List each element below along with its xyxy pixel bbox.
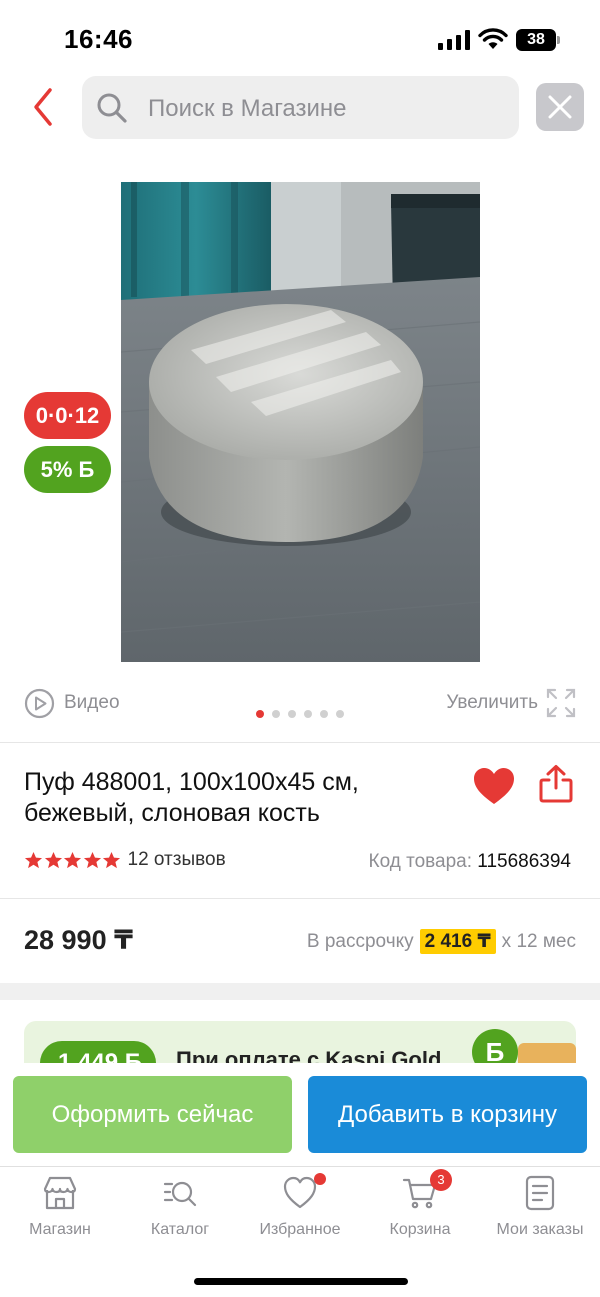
bonus-percent: 5% — [40, 457, 73, 482]
battery-icon: 38 — [516, 29, 560, 51]
pagination-dot[interactable] — [304, 710, 312, 718]
rating-row[interactable]: 12 отзывов — [24, 849, 226, 871]
tab-label: Корзина — [389, 1221, 451, 1238]
kaspi-gold-promo[interactable]: 1 449 Б При оплате с Kaspi Gold Б — [24, 1021, 576, 1063]
video-button[interactable]: Видео — [24, 687, 120, 719]
star-icon — [44, 851, 62, 868]
pagination-dot[interactable] — [288, 710, 296, 718]
product-photo — [121, 182, 480, 662]
star-icon — [102, 851, 121, 868]
pagination-dot[interactable] — [272, 710, 280, 718]
play-circle-icon — [24, 688, 55, 718]
product-title-line2: бежевый, слоновая кость — [24, 799, 320, 827]
heart-outline-icon — [282, 1173, 326, 1211]
divider — [0, 742, 600, 743]
favorite-heart-icon[interactable] — [472, 766, 516, 806]
tab-label: Каталог — [150, 1221, 210, 1238]
product-image[interactable] — [121, 182, 480, 662]
product-title: Пуф 488001, 100x100x45 см, бежевый, слон… — [24, 767, 464, 829]
close-icon — [548, 95, 572, 119]
zoom-label: Увеличить — [446, 692, 538, 713]
card-illustration — [518, 1043, 576, 1063]
promo-bonus-amount: 1 449 Б — [40, 1041, 156, 1063]
close-button[interactable] — [536, 83, 584, 131]
bonus-badge: 5% Б — [24, 446, 111, 493]
header: Поиск в Магазине — [0, 74, 600, 140]
tab-bar: Магазин Каталог Избранное 3 Корзина Мои … — [0, 1166, 600, 1256]
sku-label: Код товара: — [368, 851, 473, 872]
expand-icon — [546, 688, 576, 718]
product-title-line1: Пуф 488001, 100x100x45 см, — [24, 768, 359, 796]
checkout-now-button[interactable]: Оформить сейчас — [13, 1076, 292, 1153]
battery-level: 38 — [527, 31, 545, 48]
tab-cart[interactable]: 3 Корзина — [360, 1169, 480, 1239]
cart-count-badge: 3 — [430, 1169, 452, 1191]
star-icon — [83, 851, 101, 868]
pagination-dot[interactable] — [336, 710, 344, 718]
pagination-dot[interactable] — [320, 710, 328, 718]
section-separator — [0, 983, 600, 1000]
sku-value: 115686394 — [477, 851, 571, 872]
rating-stars — [24, 851, 122, 870]
star-icon — [24, 851, 43, 868]
home-indicator — [194, 1278, 408, 1285]
installment-prefix: В рассрочку — [306, 930, 414, 952]
cellular-signal-icon — [438, 30, 470, 50]
promo-text: При оплате с Kaspi Gold — [176, 1047, 442, 1063]
sku: Код товара: 115686394 — [369, 851, 571, 873]
bonus-symbol: Б — [78, 457, 95, 482]
catalog-search-icon — [163, 1181, 197, 1207]
installment-info[interactable]: В рассрочку 2 416 ₸ x 12 мес — [307, 929, 576, 954]
installment-amount: 2 416 ₸ — [419, 929, 496, 954]
wifi-icon — [478, 28, 508, 49]
image-pagination — [256, 710, 352, 718]
tab-label: Магазин — [29, 1221, 91, 1238]
status-time: 16:46 — [64, 24, 133, 54]
zoom-button[interactable]: Увеличить — [446, 687, 576, 719]
reviews-link[interactable]: 12 отзывов — [128, 849, 226, 871]
share-icon[interactable] — [538, 764, 574, 804]
notification-dot — [314, 1173, 326, 1185]
search-placeholder: Поиск в Магазине — [148, 95, 347, 122]
tab-catalog[interactable]: Каталог — [120, 1175, 240, 1239]
store-icon — [43, 1176, 77, 1210]
status-bar: 16:46 38 — [0, 0, 600, 70]
video-label: Видео — [64, 692, 120, 713]
back-chevron-icon[interactable] — [24, 84, 64, 130]
tab-label: Избранное — [259, 1221, 341, 1238]
bonus-coin-icon: Б — [472, 1029, 518, 1063]
tab-favorites[interactable]: Избранное — [240, 1173, 360, 1239]
tab-orders[interactable]: Мои заказы — [480, 1175, 600, 1239]
orders-icon — [525, 1175, 555, 1211]
tab-store[interactable]: Магазин — [0, 1175, 120, 1239]
search-input[interactable]: Поиск в Магазине — [82, 76, 519, 139]
installment-badge: 0·0·12 — [24, 392, 111, 439]
cart-icon: 3 — [402, 1169, 452, 1211]
add-to-cart-button[interactable]: Добавить в корзину — [308, 1076, 587, 1153]
price: 28 990 ₸ — [24, 925, 133, 955]
tab-label: Мои заказы — [496, 1221, 584, 1238]
installment-suffix: x 12 мес — [501, 930, 576, 952]
search-icon — [97, 93, 127, 123]
star-icon — [63, 851, 82, 868]
divider — [0, 898, 600, 899]
pagination-dot[interactable] — [256, 710, 264, 718]
